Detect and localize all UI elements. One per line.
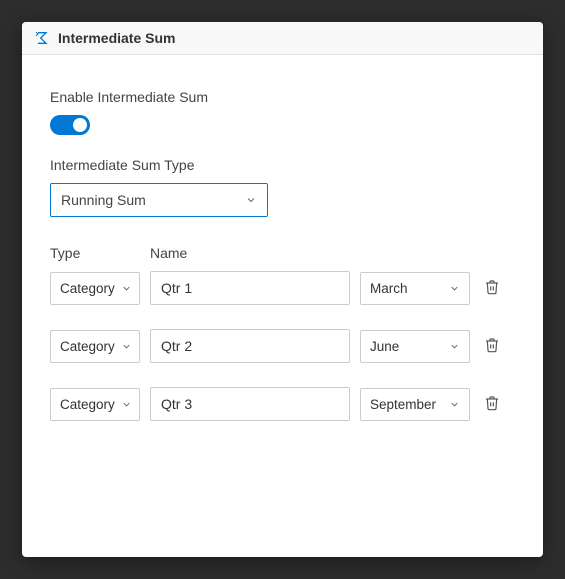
row-type-value: Category <box>60 397 115 412</box>
table-row: Category March <box>50 271 515 305</box>
trash-icon <box>484 279 500 298</box>
row-month-value: September <box>370 397 436 412</box>
row-name-input[interactable] <box>150 271 350 305</box>
delete-row-button[interactable] <box>480 333 504 360</box>
intermediate-sum-panel: Intermediate Sum Enable Intermediate Sum… <box>22 22 543 557</box>
sum-icon <box>34 30 50 46</box>
chevron-down-icon <box>449 341 460 352</box>
chevron-down-icon <box>121 283 132 294</box>
row-type-select[interactable]: Category <box>50 330 140 363</box>
row-name-input[interactable] <box>150 329 350 363</box>
row-month-select[interactable]: September <box>360 388 470 421</box>
sum-type-value: Running Sum <box>61 192 146 208</box>
chevron-down-icon <box>449 399 460 410</box>
row-type-select[interactable]: Category <box>50 388 140 421</box>
trash-icon <box>484 395 500 414</box>
column-header-name: Name <box>150 245 187 261</box>
panel-title: Intermediate Sum <box>58 30 175 46</box>
enable-toggle[interactable] <box>50 115 90 135</box>
sum-type-label: Intermediate Sum Type <box>50 157 515 173</box>
chevron-down-icon <box>121 341 132 352</box>
table-row: Category June <box>50 329 515 363</box>
row-type-select[interactable]: Category <box>50 272 140 305</box>
column-header-type: Type <box>50 245 140 261</box>
row-month-value: June <box>370 339 399 354</box>
chevron-down-icon <box>245 194 257 206</box>
delete-row-button[interactable] <box>480 391 504 418</box>
trash-icon <box>484 337 500 356</box>
row-type-value: Category <box>60 339 115 354</box>
row-month-select[interactable]: June <box>360 330 470 363</box>
delete-row-button[interactable] <box>480 275 504 302</box>
panel-body: Enable Intermediate Sum Intermediate Sum… <box>22 55 543 441</box>
row-month-value: March <box>370 281 408 296</box>
chevron-down-icon <box>121 399 132 410</box>
table-row: Category September <box>50 387 515 421</box>
panel-header: Intermediate Sum <box>22 22 543 55</box>
sum-rows: Category March Category <box>50 271 515 421</box>
row-type-value: Category <box>60 281 115 296</box>
sum-type-select[interactable]: Running Sum <box>50 183 268 217</box>
row-month-select[interactable]: March <box>360 272 470 305</box>
row-name-input[interactable] <box>150 387 350 421</box>
enable-label: Enable Intermediate Sum <box>50 89 515 105</box>
chevron-down-icon <box>449 283 460 294</box>
column-headers: Type Name <box>50 245 515 261</box>
